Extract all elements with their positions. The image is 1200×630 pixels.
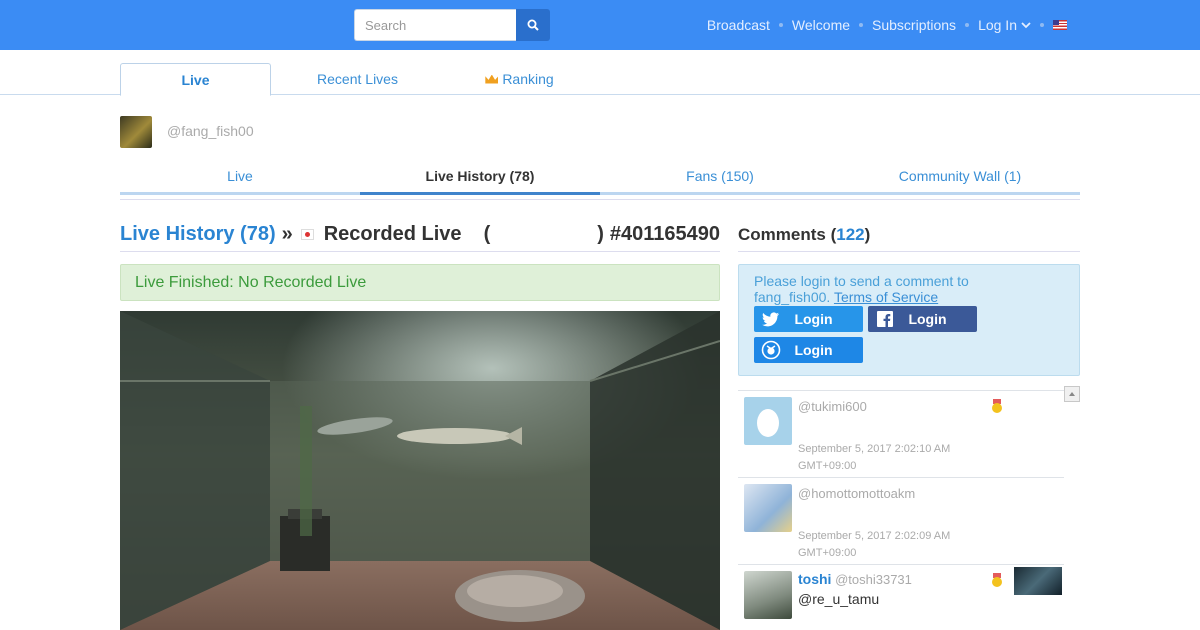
nav-separator-dot: [778, 23, 783, 27]
subtab-fans-label: Fans (150): [686, 168, 754, 184]
subtab-live-history[interactable]: Live History (78): [360, 160, 600, 195]
comment-text: @re_u_tamu: [798, 591, 880, 607]
comment-avatar[interactable]: [744, 484, 792, 532]
comment-user: toshi @toshi33731: [798, 571, 912, 587]
twitcasting-icon: [760, 339, 782, 361]
comment-timestamp: September 5, 2017 2:02:09 AM: [798, 530, 951, 542]
subtab-live-history-label: Live History (78): [425, 168, 535, 184]
live-history-link[interactable]: Live History (78): [120, 223, 276, 246]
comment-item: @tukimi600 September 5, 2017 2:02:10 AM G…: [738, 390, 1064, 477]
medal-icon: [992, 573, 1002, 587]
nav-login-label: Log In: [978, 17, 1017, 33]
subtab-community-wall[interactable]: Community Wall (1): [840, 160, 1080, 195]
comment-time: September 5, 2017 2:02:10 AM GMT+09:00: [798, 441, 950, 475]
egg-avatar-icon: [757, 409, 779, 437]
main-tabs: Live Recent Lives Ranking: [0, 50, 1200, 96]
twitter-icon: [760, 308, 782, 330]
tab-recent-lives-label: Recent Lives: [317, 71, 398, 87]
comment-attachment-thumbnail[interactable]: [1014, 567, 1062, 595]
twitcasting-login-label: Login: [794, 342, 833, 358]
subtab-community-wall-label: Community Wall (1): [898, 168, 1022, 184]
facebook-login-label: Login: [908, 311, 947, 327]
live-id: #401165490: [609, 223, 720, 245]
tab-recent-lives[interactable]: Recent Lives: [282, 63, 433, 95]
twitcasting-login-button[interactable]: Login: [754, 337, 863, 363]
login-message: Please login to send a comment to fang_f…: [754, 273, 994, 305]
comment-login-panel: Please login to send a comment to fang_f…: [738, 264, 1080, 376]
title-paren-open: (: [483, 223, 491, 245]
nav-login-dropdown[interactable]: Log In: [978, 17, 1031, 33]
breadcrumb-separator: »: [281, 223, 293, 245]
search-form: [354, 9, 550, 41]
live-title-heading: Live History (78) » Recorded Live ( ) #4…: [120, 218, 720, 252]
comment-handle[interactable]: @tukimi600: [798, 399, 867, 414]
nav-separator-dot: [859, 23, 864, 27]
crown-icon: [485, 74, 499, 84]
comment-list[interactable]: @tukimi600 September 5, 2017 2:02:10 AM G…: [738, 386, 1080, 630]
comments-title: Comments: [738, 224, 826, 244]
comment-item: toshi @toshi33731 @re_u_tamu: [738, 564, 1064, 630]
live-status-text: Live Finished: No Recorded Live: [135, 273, 367, 291]
profile-subtabs: Live Live History (78) Fans (150) Commun…: [120, 160, 1080, 200]
live-thumbnail[interactable]: [120, 311, 720, 630]
search-button[interactable]: [516, 9, 550, 41]
comment-timestamp: September 5, 2017 2:02:10 AM: [798, 443, 951, 455]
twitter-login-label: Login: [794, 311, 833, 327]
comment-display-name[interactable]: toshi: [798, 571, 831, 587]
nav-broadcast-link[interactable]: Broadcast: [707, 17, 770, 33]
profile-handle[interactable]: @fang_fish00: [167, 123, 254, 139]
comment-avatar[interactable]: [744, 397, 792, 445]
top-navigation-bar: Broadcast Welcome Subscriptions Log In: [0, 0, 1200, 50]
nav-welcome-link[interactable]: Welcome: [792, 17, 850, 33]
search-input[interactable]: [354, 9, 516, 41]
comments-heading: Comments (122): [738, 218, 1080, 252]
comment-timezone: GMT+09:00: [798, 460, 857, 472]
live-status-alert: Live Finished: No Recorded Live: [120, 264, 720, 301]
terms-of-service-link[interactable]: Terms of Service: [834, 289, 938, 305]
tab-live[interactable]: Live: [120, 63, 271, 96]
comment-item: @homottomottoakm September 5, 2017 2:02:…: [738, 477, 1064, 564]
subtab-live-label: Live: [227, 168, 253, 184]
header-nav: Broadcast Welcome Subscriptions Log In: [707, 0, 1067, 50]
comment-avatar[interactable]: [744, 571, 792, 619]
facebook-icon: [874, 308, 896, 330]
tab-ranking[interactable]: Ranking: [444, 63, 595, 95]
comment-handle[interactable]: @homottomottoakm: [798, 486, 915, 501]
us-flag-icon[interactable]: [1053, 20, 1067, 30]
japan-flag-icon: [300, 229, 314, 240]
search-icon: [527, 19, 539, 31]
nav-subscriptions-link[interactable]: Subscriptions: [872, 17, 956, 33]
tab-ranking-label: Ranking: [502, 71, 554, 87]
comment-timezone: GMT+09:00: [798, 547, 857, 559]
facebook-login-button[interactable]: Login: [868, 306, 977, 332]
comment-handle[interactable]: @toshi33731: [835, 572, 912, 587]
scroll-up-arrow[interactable]: [1064, 386, 1080, 402]
comments-count[interactable]: 122: [836, 225, 864, 245]
aquarium-image: [120, 311, 720, 630]
nav-separator-dot: [965, 23, 970, 27]
recorded-live-title: Recorded Live: [323, 223, 462, 245]
comment-time: September 5, 2017 2:02:09 AM GMT+09:00: [798, 528, 950, 562]
subtab-live[interactable]: Live: [120, 160, 360, 195]
medal-icon: [992, 399, 1002, 413]
profile-avatar[interactable]: [120, 116, 152, 148]
subtab-fans[interactable]: Fans (150): [600, 160, 840, 195]
twitter-login-button[interactable]: Login: [754, 306, 863, 332]
chevron-down-icon: [1021, 22, 1031, 29]
tab-live-label: Live: [181, 71, 210, 88]
title-paren-close: ): [597, 223, 604, 245]
nav-separator-dot: [1040, 23, 1044, 27]
